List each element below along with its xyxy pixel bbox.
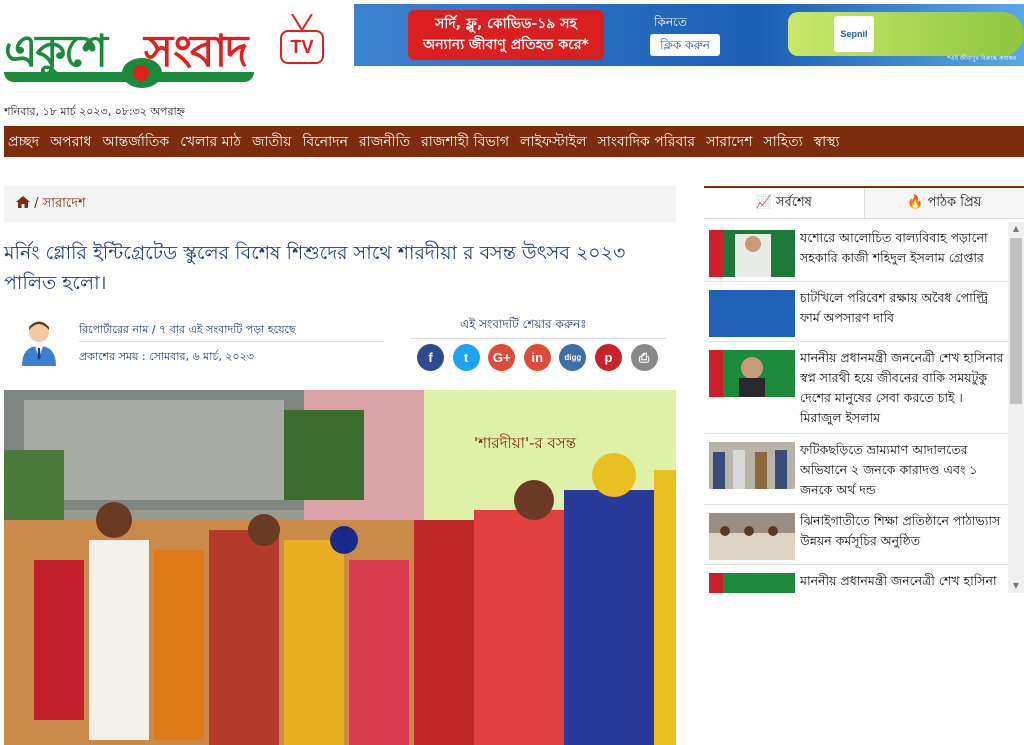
linkedin-icon[interactable]: in (523, 344, 551, 371)
scroll-down-icon[interactable]: ▼ (1008, 579, 1024, 593)
ad-headline: সর্দি, ফ্লু, কোভিড-১৯ সহ অন্যান্য জীবাণু… (408, 10, 604, 60)
ad-cta-caption: কিনতে (654, 15, 687, 29)
nav-item[interactable]: প্রচ্ছদ (8, 130, 39, 154)
chart-line-icon: 📈 (755, 195, 772, 210)
bangladesh-flag-icon (122, 58, 162, 88)
reporter-info: রিপোর্টারের নাম / ৭ বার এই সংবাদটি পড়া … (79, 323, 296, 336)
ad-cta-button[interactable]: ক্লিক করুন (650, 34, 720, 56)
nav-item[interactable]: রাজনীতি (359, 130, 410, 154)
news-thumbnail (709, 573, 795, 593)
current-date: শনিবার, ১৮ মার্চ ২০২৩, ০৮:৩২ অপরাহ্ন (4, 105, 185, 118)
latest-news-list: যশোরে আলোচিত বাল্যবিবাহ পড়ানো সহকারি কা… (704, 222, 1008, 593)
news-title: ঝিনাইগাতীতে শিক্ষা প্রতিষ্ঠানে পাঠাভ্যাস… (800, 513, 1001, 548)
news-thumbnail (709, 230, 795, 277)
nav-item[interactable]: জাতীয় (252, 130, 291, 154)
news-title: ফটিকছড়িতে ভ্রাম্যমাণ আদালতের অভিযানে ২ … (800, 442, 978, 497)
ad-headline-line1: সর্দি, ফ্লু, কোভিড-১৯ সহ (435, 16, 577, 32)
list-item[interactable]: যশোরে আলোচিত বাল্যবিবাহ পড়ানো সহকারি কা… (704, 222, 1008, 282)
news-thumbnail (709, 442, 795, 489)
nav-item[interactable]: স্বাস্থ্য (814, 130, 840, 154)
logo-tv-badge: TV (280, 30, 324, 64)
ad-headline-line2: অন্যান্য জীবাণু প্রতিহত করে* (423, 37, 589, 53)
share-buttons: f t G+ in digg p ⎙ (417, 344, 666, 371)
article-photo: 'শারদীয়া'-র বসন্ত (4, 390, 676, 745)
breadcrumb-section[interactable]: / সারাদেশ (34, 196, 86, 211)
news-thumbnail (709, 350, 795, 397)
digg-icon[interactable]: digg (559, 344, 587, 371)
tab-popular[interactable]: 🔥 পাঠক প্রিয় (864, 188, 1024, 218)
main-nav: প্রচ্ছদ অপরাধ আন্তর্জাতিক খেলার মাঠ জাতী… (4, 126, 1024, 157)
share-title: এই সংবাদটি শেয়ার করুনঃ (460, 317, 587, 331)
nav-item[interactable]: সাহিত্য (763, 130, 802, 154)
home-icon[interactable] (16, 196, 30, 208)
news-title: যশোরে আলোচিত বাল্যবিবাহ পড়ানো সহকারি কা… (800, 230, 988, 265)
news-title: মাননীয় প্রধানমন্ত্রী জননেত্রী শেখ হাসিন… (800, 350, 1004, 425)
list-item[interactable]: মাননীয় প্রধানমন্ত্রী জননেত্রী শেখ হাসিন… (704, 565, 1008, 593)
news-thumbnail (709, 290, 795, 337)
nav-item[interactable]: রাজশাহী বিভাগ (421, 130, 509, 154)
article-headline: মর্নিং গ্লোরি ইন্টিগ্রেটেড স্কুলের বিশেষ… (4, 242, 626, 294)
ad-product-image (788, 12, 1024, 56)
nav-item[interactable]: খেলার মাঠ (180, 130, 241, 154)
nav-item[interactable]: সারাদেশ (706, 130, 752, 154)
site-logo[interactable]: একুশে সংবাদ TV (4, 6, 330, 94)
list-item[interactable]: চাটখিলে পরিবেশ রক্ষায় অবৈধ পোল্ট্রি ফার… (704, 282, 1008, 342)
sidebar-scrollbar[interactable]: ▲ ▼ (1008, 222, 1024, 593)
sidebar-tabs: 📈 সর্বশেষ 🔥 পাঠক প্রিয় (704, 186, 1024, 219)
google-plus-icon[interactable]: G+ (488, 344, 516, 371)
nav-item[interactable]: সাংবাদিক পরিবার (598, 130, 696, 154)
nav-item[interactable]: বিনোদন (302, 130, 348, 154)
nav-item[interactable]: লাইফস্টাইল (520, 130, 587, 154)
print-icon[interactable]: ⎙ (630, 344, 658, 371)
scrollbar-thumb[interactable] (1010, 238, 1022, 404)
divider (410, 338, 666, 339)
tab-latest[interactable]: 📈 সর্বশেষ (704, 188, 865, 218)
publish-date: প্রকাশের সময় : সোমবার, ৬ মার্চ, ২০২৩ (79, 350, 254, 363)
twitter-icon[interactable]: t (452, 344, 480, 371)
news-title: মাননীয় প্রধানমন্ত্রী জননেত্রী শেখ হাসিন… (800, 573, 997, 588)
tab-latest-label: সর্বশেষ (775, 195, 812, 210)
nav-item[interactable]: অপরাধ (50, 130, 91, 154)
ad-brand: Sepnil (834, 16, 874, 52)
pinterest-icon[interactable]: p (594, 344, 622, 371)
divider (79, 341, 383, 342)
list-item[interactable]: ঝিনাইগাতীতে শিক্ষা প্রতিষ্ঠানে পাঠাভ্যাস… (704, 505, 1008, 565)
list-item[interactable]: মাননীয় প্রধানমন্ত্রী জননেত্রী শেখ হাসিন… (704, 342, 1008, 434)
nav-item[interactable]: আন্তর্জাতিক (102, 130, 169, 154)
ad-banner[interactable]: সর্দি, ফ্লু, কোভিড-১৯ সহ অন্যান্য জীবাণু… (354, 4, 1024, 66)
list-item[interactable]: ফটিকছড়িতে ভ্রাম্যমাণ আদালতের অভিযানে ২ … (704, 434, 1008, 505)
scroll-up-icon[interactable]: ▲ (1008, 222, 1024, 236)
breadcrumb: / সারাদেশ (4, 186, 676, 222)
page: একুশে সংবাদ TV সর্দি, ফ্লু, কোভিড-১৯ সহ … (0, 0, 1024, 745)
facebook-icon[interactable]: f (417, 344, 444, 371)
ad-fine-print: *এই জীবাণুর বিরুদ্ধে কার্যকর (947, 55, 1016, 62)
news-title: চাটখিলে পরিবেশ রক্ষায় অবৈধ পোল্ট্রি ফার… (800, 290, 989, 325)
reporter-avatar-icon (22, 321, 56, 366)
tab-popular-label: পাঠক প্রিয় (927, 195, 982, 210)
news-thumbnail (709, 513, 795, 560)
fire-icon: 🔥 (907, 195, 924, 210)
photo-banner-text: 'শারদীয়া'-র বসন্ত (474, 434, 577, 452)
